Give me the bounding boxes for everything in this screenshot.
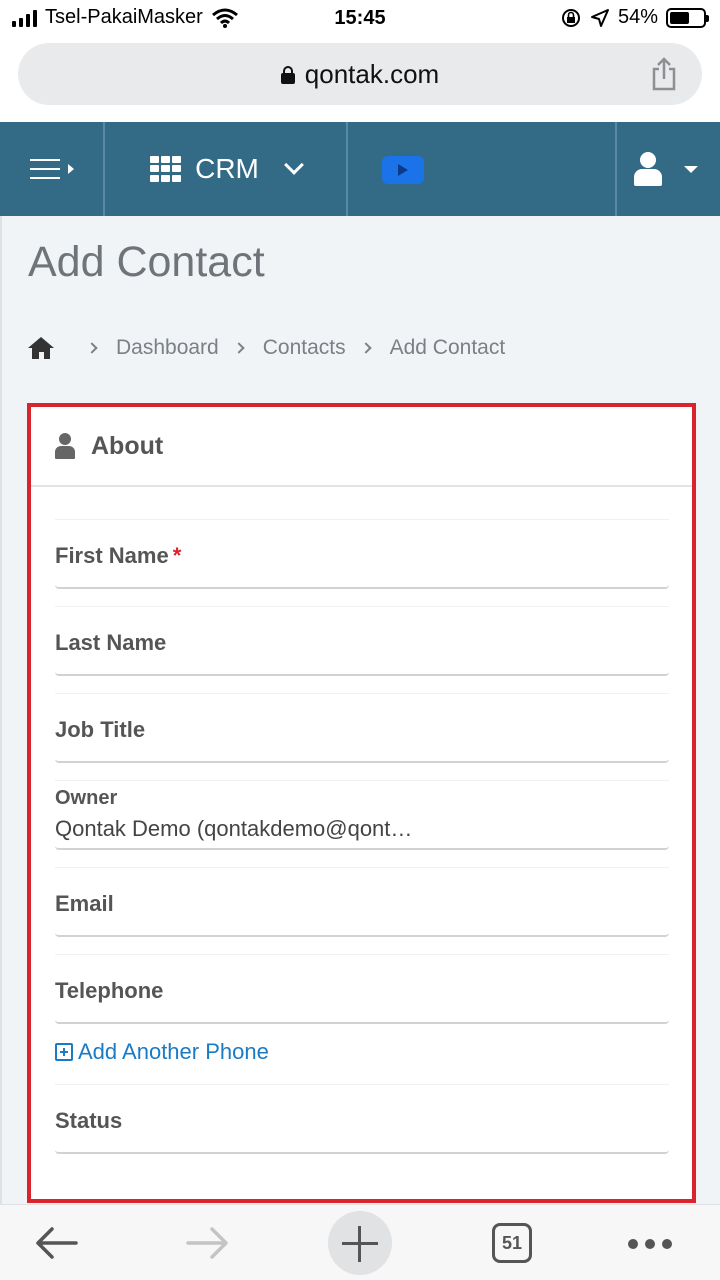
breadcrumb: Dashboard Contacts Add Contact [28, 336, 505, 360]
job-title-label: Job Title [55, 717, 146, 742]
chevron-right-icon [233, 342, 245, 354]
required-mark: * [172, 543, 182, 568]
page-title: Add Contact [28, 238, 265, 286]
add-another-phone-label: Add Another Phone [78, 1039, 269, 1064]
lock-icon [280, 65, 295, 84]
main-content: Add Contact Dashboard Contacts Add Conta… [0, 216, 720, 1204]
home-icon[interactable] [28, 337, 54, 359]
caret-right-icon [67, 164, 74, 174]
app-header: CRM [0, 122, 720, 216]
breadcrumb-contacts[interactable]: Contacts [263, 336, 346, 360]
first-name-label: First Name * [55, 543, 181, 569]
url-text: qontak.com [304, 58, 440, 89]
card-title: About [91, 431, 164, 460]
new-tab-button[interactable] [328, 1211, 392, 1275]
browser-toolbar: 51 [0, 1204, 720, 1280]
owner-value: Qontak Demo (qontakdemo@qont… [55, 816, 413, 841]
browser-address-area: qontak.com [0, 38, 720, 122]
last-name-label: Last Name [55, 630, 167, 655]
email-field[interactable]: Email [55, 867, 669, 937]
owner-select[interactable]: Owner Qontak Demo (qontakdemo@qont… [55, 780, 669, 850]
share-icon[interactable] [650, 57, 678, 91]
status-bar: Tsel-PakaiMasker 15:45 54% [0, 0, 720, 38]
first-name-field[interactable]: First Name * [55, 519, 669, 589]
telephone-label: Telephone [55, 978, 164, 1003]
app-switcher-label: CRM [195, 153, 259, 184]
user-icon [55, 433, 75, 459]
rotation-lock-icon [561, 8, 580, 27]
menu-toggle-button[interactable] [0, 122, 103, 216]
back-arrow-icon[interactable] [34, 1225, 78, 1261]
telephone-field[interactable]: Telephone [55, 954, 669, 1024]
tab-count-button[interactable]: 51 [492, 1223, 532, 1263]
status-label: Status [55, 1108, 123, 1133]
owner-label: Owner [55, 787, 118, 809]
breadcrumb-add-contact: Add Contact [389, 336, 506, 359]
location-icon [590, 8, 609, 27]
user-icon [634, 152, 662, 186]
user-menu-button[interactable] [618, 122, 720, 216]
status-field[interactable]: Status [55, 1084, 669, 1154]
card-header: About [31, 407, 692, 487]
more-options-icon[interactable] [628, 1239, 672, 1249]
forward-arrow-icon[interactable] [186, 1225, 230, 1261]
chevron-down-icon [283, 155, 304, 175]
app-switcher-button[interactable]: CRM [105, 122, 346, 216]
job-title-field[interactable]: Job Title [55, 693, 669, 763]
breadcrumb-dashboard[interactable]: Dashboard [116, 336, 219, 360]
caret-down-icon [684, 166, 698, 173]
add-another-phone-link[interactable]: Add Another Phone [55, 1039, 269, 1065]
address-bar[interactable]: qontak.com [18, 43, 702, 105]
plus-square-icon [55, 1043, 73, 1061]
video-play-icon [382, 156, 424, 184]
hamburger-icon [29, 159, 60, 179]
chevron-right-icon [86, 342, 98, 354]
battery-icon [666, 7, 709, 28]
about-card: About First Name * Last Name Job Title Ow… [27, 403, 696, 1203]
first-name-label-text: First Name [55, 543, 169, 568]
video-tutorial-button[interactable] [349, 122, 615, 216]
last-name-field[interactable]: Last Name [55, 606, 669, 676]
chevron-right-icon [359, 342, 372, 354]
apps-grid-icon [150, 156, 182, 182]
email-label: Email [55, 891, 114, 916]
battery-percent: 54% [617, 6, 658, 28]
